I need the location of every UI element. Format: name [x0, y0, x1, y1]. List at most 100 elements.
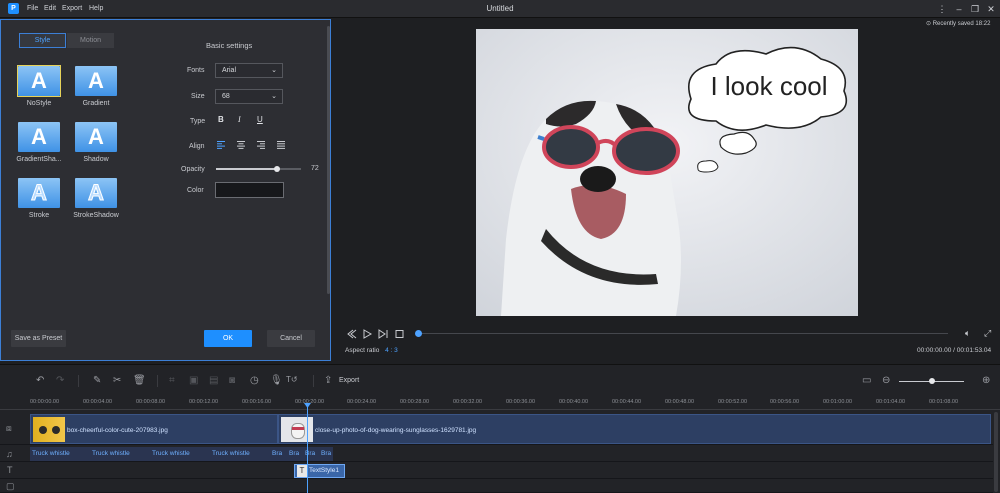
- style-stroke-tile[interactable]: A: [18, 178, 60, 208]
- size-select[interactable]: 68 ⌄: [215, 89, 283, 104]
- play-icon[interactable]: [363, 329, 373, 339]
- align-right-icon[interactable]: [257, 141, 265, 149]
- minimize-icon[interactable]: –: [953, 3, 965, 15]
- style-label: GradientSha...: [16, 156, 62, 163]
- ruler-tick: 00:00:16.00: [242, 399, 272, 405]
- italic-button[interactable]: I: [238, 115, 241, 124]
- window-title: Untitled: [486, 4, 514, 13]
- preview-image[interactable]: I look cool: [476, 29, 858, 316]
- video-clip-1[interactable]: box-cheerful-color-cute-207983.jpg: [30, 414, 278, 444]
- ruler-tick: 00:00:36.00: [506, 399, 536, 405]
- opacity-slider-track[interactable]: [216, 166, 301, 172]
- clip-name: box-cheerful-color-cute-207983.jpg: [67, 427, 168, 434]
- clip-name: close-up-photo-of-dog-wearing-sunglasses…: [315, 427, 477, 434]
- undo-icon[interactable]: ↶: [36, 375, 44, 386]
- screenshot-icon[interactable]: ◙: [229, 375, 235, 386]
- ruler-tick: 00:01:00.00: [823, 399, 853, 405]
- basic-settings-heading: Basic settings: [206, 41, 253, 50]
- aspect-ratio-value[interactable]: 4 : 3: [385, 347, 398, 354]
- motion-clip[interactable]: Bra: [321, 450, 331, 457]
- motion-clip[interactable]: Truck whistle: [92, 450, 130, 457]
- pen-icon[interactable]: ✎: [93, 375, 101, 386]
- scissors-icon[interactable]: ✂: [113, 375, 121, 386]
- extra-track: [0, 480, 993, 493]
- clip-thumbnail: [281, 417, 313, 442]
- playhead-track[interactable]: [415, 330, 948, 337]
- ruler-tick: 00:01:04.00: [876, 399, 906, 405]
- align-center-icon[interactable]: [237, 141, 245, 149]
- ruler-tick: 00:00:48.00: [665, 399, 695, 405]
- align-justify-icon[interactable]: [277, 141, 285, 149]
- tab-motion[interactable]: Motion: [67, 33, 114, 48]
- mosaic-icon[interactable]: ▣: [189, 375, 198, 386]
- ruler-tick: 00:00:04.00: [83, 399, 113, 405]
- stop-icon[interactable]: [395, 330, 404, 338]
- ruler-tick: 00:00:44.00: [612, 399, 642, 405]
- timeline-scrollbar[interactable]: [994, 412, 998, 492]
- panel-scrollbar[interactable]: [327, 26, 330, 294]
- timeline-playhead[interactable]: [307, 405, 308, 493]
- motion-clip[interactable]: Truck whistle: [212, 450, 250, 457]
- text-clip[interactable]: T TextStyle1: [294, 464, 345, 478]
- close-icon[interactable]: ✕: [985, 3, 997, 15]
- align-label: Align: [189, 143, 205, 150]
- trash-icon[interactable]: 🗑︎: [133, 375, 146, 386]
- playhead-handle[interactable]: [415, 330, 422, 337]
- motion-clip[interactable]: Bra: [289, 450, 299, 457]
- freeze-icon[interactable]: ▤: [209, 375, 218, 386]
- saved-text: Recently saved 18:22: [932, 21, 991, 27]
- crop-icon[interactable]: ⌗: [169, 375, 175, 386]
- font-select[interactable]: Arial ⌄: [215, 63, 283, 78]
- underline-button[interactable]: U: [257, 115, 263, 124]
- export-button[interactable]: Export: [339, 377, 359, 384]
- style-shadow-tile[interactable]: A: [75, 122, 117, 152]
- export-icon[interactable]: ⇪: [324, 375, 332, 386]
- style-strokeshadow-tile[interactable]: A: [75, 178, 117, 208]
- more-icon[interactable]: ⋮: [936, 3, 948, 15]
- motion-clip[interactable]: Truck whistle: [152, 450, 190, 457]
- prev-frame-icon[interactable]: [347, 329, 357, 339]
- recently-saved-status: ⊙ Recently saved 18:22: [926, 20, 990, 27]
- opacity-slider-handle[interactable]: [274, 166, 281, 172]
- size-label: Size: [191, 93, 205, 100]
- text-track-icon: T: [7, 465, 13, 475]
- save-as-preset-button[interactable]: Save as Preset: [11, 330, 66, 347]
- style-gradient-tile[interactable]: A: [75, 66, 117, 96]
- type-label: Type: [190, 118, 206, 125]
- check-icon: ⊙: [926, 21, 933, 27]
- zoom-in-icon[interactable]: ⊕: [982, 375, 990, 386]
- fullscreen-icon[interactable]: ⤢: [984, 328, 991, 339]
- motion-clip[interactable]: Bra: [272, 450, 282, 457]
- time-readout: 00:00:00.00 / 00:01:53.04: [917, 347, 992, 354]
- size-value: 68: [222, 93, 230, 100]
- playback-controls: [347, 329, 404, 339]
- style-gradientshadow-tile[interactable]: A: [18, 122, 60, 152]
- fit-timeline-icon[interactable]: ▭: [862, 375, 871, 386]
- style-label: Shadow: [83, 156, 109, 163]
- style-nostyle-tile[interactable]: A: [18, 66, 60, 96]
- text-clip-icon: T: [297, 465, 307, 477]
- zoom-out-icon[interactable]: ⊖: [882, 375, 890, 386]
- ruler-tick: 00:00:40.00: [559, 399, 589, 405]
- video-clip-2[interactable]: close-up-photo-of-dog-wearing-sunglasses…: [278, 414, 991, 444]
- align-left-icon[interactable]: [217, 141, 225, 149]
- microphone-icon[interactable]: 🎙︎: [270, 375, 283, 386]
- speech-to-text-icon[interactable]: T↺: [286, 375, 298, 384]
- bubble-text[interactable]: I look cool: [710, 71, 827, 101]
- ok-button[interactable]: OK: [204, 330, 252, 347]
- color-swatch[interactable]: [215, 182, 284, 198]
- next-frame-icon[interactable]: [378, 329, 388, 339]
- zoom-slider-handle[interactable]: [929, 378, 935, 384]
- motion-clip[interactable]: Truck whistle: [32, 450, 70, 457]
- ruler-tick: 00:01:08.00: [929, 399, 959, 405]
- tab-style[interactable]: Style: [19, 33, 66, 48]
- duration-icon[interactable]: ◷: [250, 375, 259, 386]
- volume-icon[interactable]: 🔈︎: [965, 328, 970, 339]
- bold-button[interactable]: B: [218, 115, 224, 124]
- font-value: Arial: [222, 67, 237, 74]
- restore-icon[interactable]: ❐: [969, 3, 981, 15]
- redo-icon[interactable]: ↷: [56, 375, 64, 386]
- toolbar-divider: [157, 375, 158, 387]
- zoom-slider[interactable]: [899, 378, 964, 384]
- cancel-button[interactable]: Cancel: [267, 330, 315, 347]
